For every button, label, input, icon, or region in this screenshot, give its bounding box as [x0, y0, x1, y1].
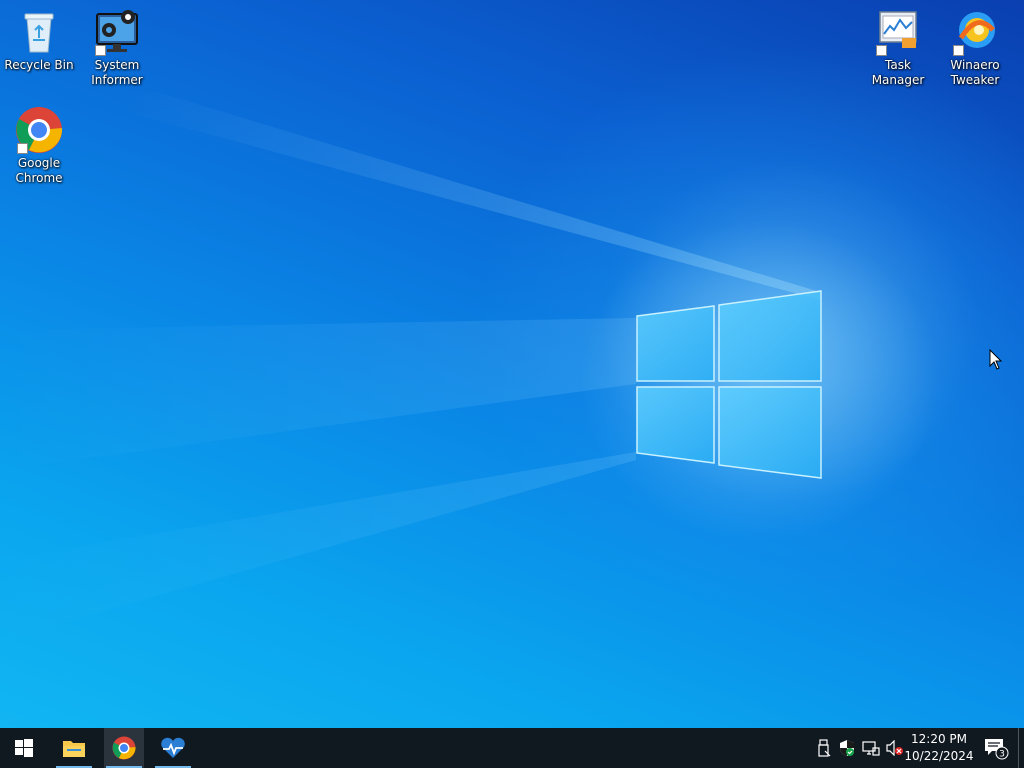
taskbar-file-explorer[interactable]: [54, 728, 94, 768]
desktop-icon-label: System Informer: [91, 58, 143, 87]
desktop-icon-label: Task Manager: [871, 58, 925, 87]
usb-device-icon[interactable]: [815, 739, 833, 757]
system-informer-icon: [93, 8, 141, 56]
desktop-icon-label: Google Chrome: [15, 156, 63, 185]
desktop-icon-google-chrome[interactable]: Google Chrome: [1, 106, 77, 186]
desktop-icon-label: Recycle Bin: [4, 58, 74, 72]
show-desktop-button[interactable]: [1018, 728, 1024, 768]
taskbar-google-chrome[interactable]: [104, 728, 144, 768]
mouse-cursor-icon: [989, 349, 1003, 370]
system-informer-taskbar-icon: [161, 737, 185, 758]
desktop-icon-label: Winaero Tweaker: [950, 58, 1000, 87]
start-button[interactable]: [4, 728, 44, 768]
notification-count: 3: [999, 750, 1005, 760]
chrome-icon: [112, 736, 136, 760]
shortcut-arrow-icon: [95, 45, 106, 56]
desktop-icon-recycle-bin[interactable]: Recycle Bin: [1, 8, 77, 73]
clock-time: 12:20 PM: [911, 732, 967, 746]
winaero-tweaker-icon: [951, 8, 999, 56]
wallpaper: [0, 90, 940, 640]
desktop-icon-task-manager[interactable]: Task Manager: [859, 8, 937, 88]
clock-date: 10/22/2024: [904, 749, 974, 763]
windows-start-icon: [15, 739, 33, 757]
desktop-icon-system-informer[interactable]: System Informer: [79, 8, 155, 88]
network-icon[interactable]: [862, 739, 880, 757]
taskbar: 12:20 PM 10/22/2024 3: [0, 728, 1024, 768]
shortcut-arrow-icon: [876, 45, 887, 56]
shortcut-arrow-icon: [17, 143, 28, 154]
chrome-icon: [15, 106, 63, 154]
task-manager-icon: [874, 8, 922, 56]
recycle-bin-icon: [15, 8, 63, 56]
taskbar-clock[interactable]: 12:20 PM 10/22/2024: [902, 731, 976, 765]
file-explorer-icon: [63, 741, 85, 757]
taskbar-system-informer[interactable]: [153, 728, 193, 768]
desktop[interactable]: Recycle Bin System Informer Google Chrom…: [0, 0, 1024, 728]
shortcut-arrow-icon: [953, 45, 964, 56]
notification-icon: 3: [985, 739, 1009, 760]
windows-security-icon[interactable]: [838, 739, 856, 757]
desktop-icon-winaero-tweaker[interactable]: Winaero Tweaker: [937, 8, 1013, 88]
action-center-button[interactable]: 3: [978, 728, 1014, 768]
